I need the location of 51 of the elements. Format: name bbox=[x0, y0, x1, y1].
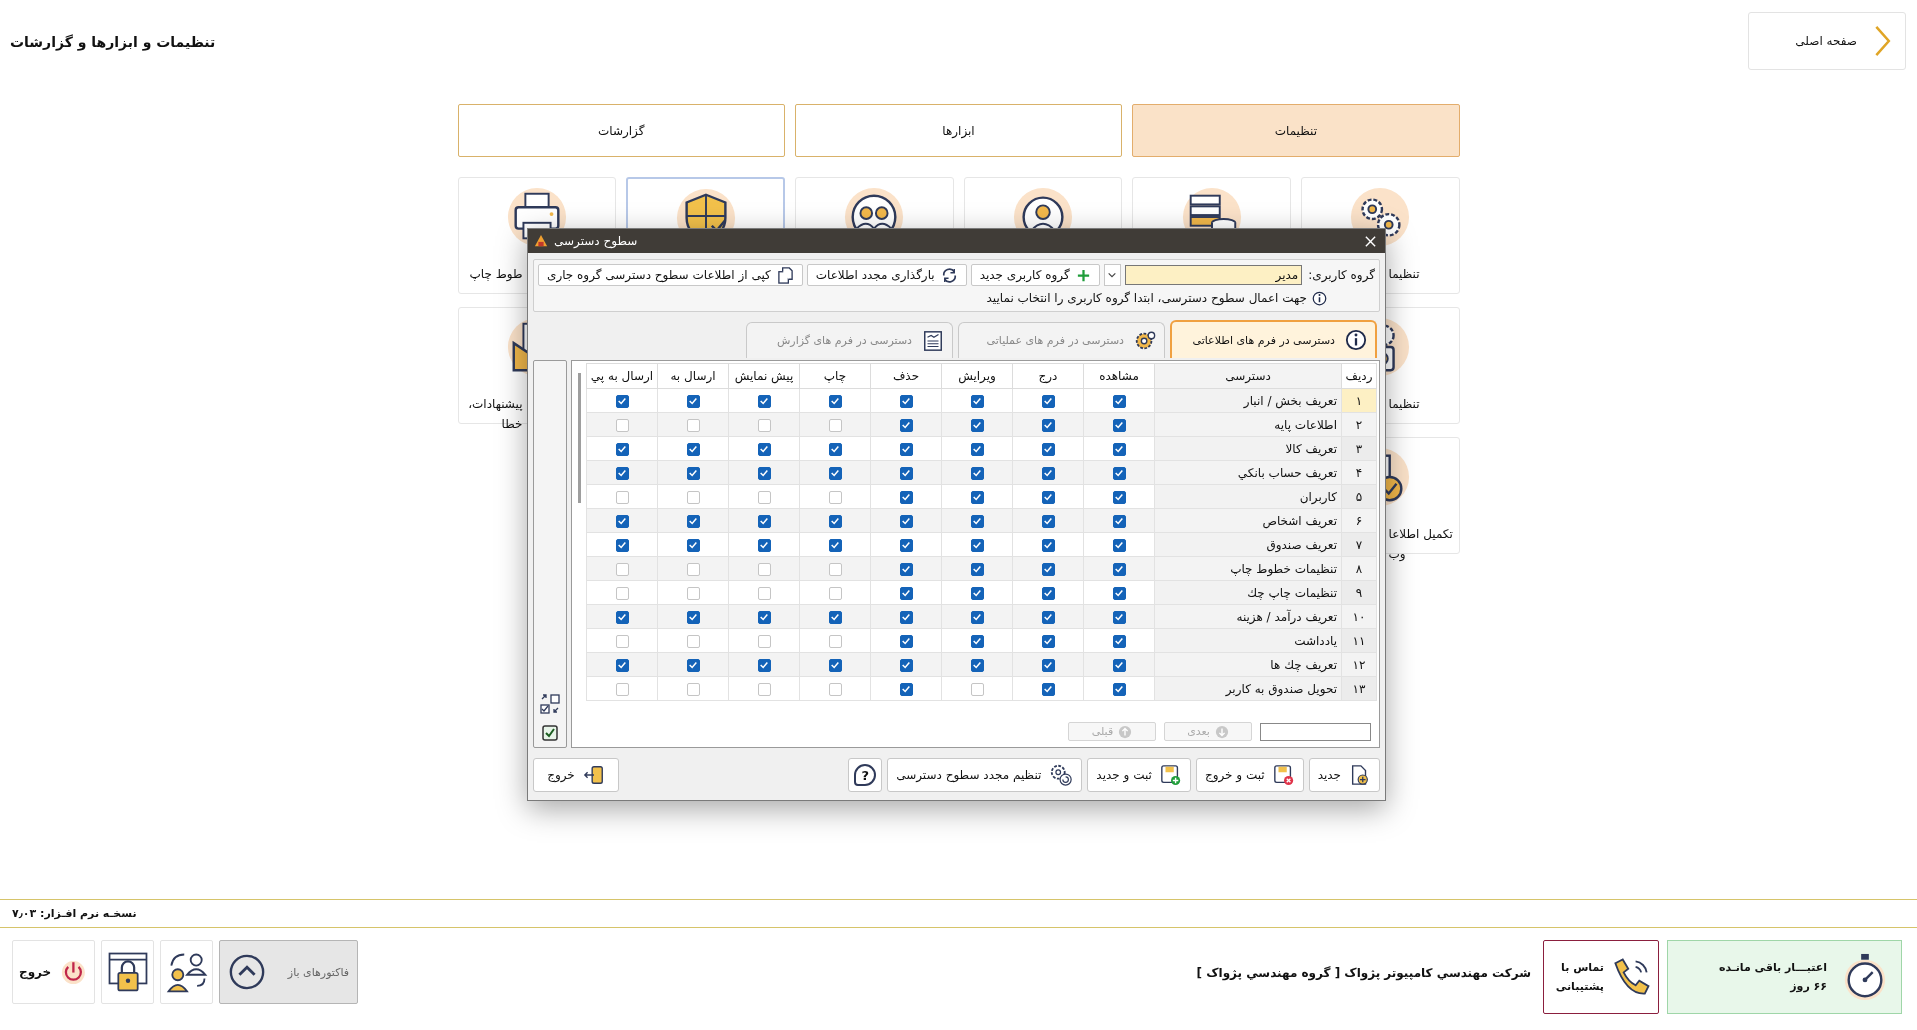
column-header: حذف bbox=[870, 363, 942, 389]
column-header: ارسال به bbox=[657, 363, 729, 389]
table-cell: ۳ bbox=[1341, 436, 1377, 461]
credit-title: اعتبـــار باقی مانـده bbox=[1719, 961, 1827, 974]
card-label: وب bbox=[1388, 546, 1407, 563]
column-header: پیش نمایش bbox=[728, 363, 800, 389]
table-cell: ۱۲ bbox=[1341, 652, 1377, 677]
table-cell: کاربران bbox=[1154, 484, 1342, 509]
card-label: تنظیما bbox=[1388, 396, 1421, 413]
table-cell: ۱۳ bbox=[1341, 676, 1377, 701]
table-cell: تحویل صندوق به کاربر bbox=[1154, 676, 1342, 701]
column-header: ویرایش bbox=[941, 363, 1013, 389]
version-text: نسخـه نرم افـزار: ۷٫۰۳ bbox=[12, 907, 137, 920]
table-cell: تعریف حساب بانکي bbox=[1154, 460, 1342, 485]
page-title: تنظیمات و ابزارها و گزارشات bbox=[10, 33, 216, 50]
field-label: گروه کاربری: bbox=[1308, 268, 1375, 282]
table-cell: تعریف صندوق bbox=[1154, 532, 1342, 557]
card-label: خطا bbox=[500, 416, 523, 433]
table-cell: تعریف درآمد / هزینه bbox=[1154, 604, 1342, 629]
table-cell: ۲ bbox=[1341, 412, 1377, 437]
card-label: تنظیما bbox=[1388, 266, 1421, 283]
table-cell: ۸ bbox=[1341, 556, 1377, 581]
table-cell: ۵ bbox=[1341, 484, 1377, 509]
table-cell: ۱ bbox=[1341, 388, 1377, 413]
info-text: جهت اعمال سطوح دسترسی، ابتدا گروه کاربری را انتخاب نمایید bbox=[986, 291, 1307, 305]
column-header: مشاهده bbox=[1083, 363, 1155, 389]
credit-value: ۶۶ روز bbox=[1788, 980, 1827, 993]
table-cell: ۱۱ bbox=[1341, 628, 1377, 653]
card-label: طوط چاپ bbox=[468, 266, 523, 283]
table-cell: تعریف اشخاص bbox=[1154, 508, 1342, 533]
table-cell: تعریف چك ها bbox=[1154, 652, 1342, 677]
table-cell: تنظیمات خطوط چاپ bbox=[1154, 556, 1342, 581]
column-header: دسترسی bbox=[1154, 363, 1342, 389]
table-cell: تعریف بخش / انبار bbox=[1154, 388, 1342, 413]
table-cell: ۹ bbox=[1341, 580, 1377, 605]
table-cell: ۴ bbox=[1341, 460, 1377, 485]
column-header: درج bbox=[1012, 363, 1084, 389]
card-label: تکمیل اطلاعا bbox=[1388, 526, 1454, 543]
card-label: پیشنهادات، bbox=[467, 396, 523, 413]
column-header: چاپ bbox=[799, 363, 871, 389]
table-cell: ۶ bbox=[1341, 508, 1377, 533]
table-cell: تنظیمات چاپ چك bbox=[1154, 580, 1342, 605]
table-cell: اطلاعات پایه bbox=[1154, 412, 1342, 437]
dialog-title: سطوح دسترسی bbox=[554, 234, 638, 248]
column-header: ردیف bbox=[1341, 363, 1377, 389]
table-cell: ۷ bbox=[1341, 532, 1377, 557]
company-name: شرکت مهندسي کامپيوتر پژواک [ گروه مهندسي پژواک ] bbox=[1196, 966, 1531, 980]
table-cell: ۱۰ bbox=[1341, 604, 1377, 629]
table-cell: یادداشت bbox=[1154, 628, 1342, 653]
column-header: ارسال به پي bbox=[586, 363, 658, 389]
table-cell: تعریف کالا bbox=[1154, 436, 1342, 461]
